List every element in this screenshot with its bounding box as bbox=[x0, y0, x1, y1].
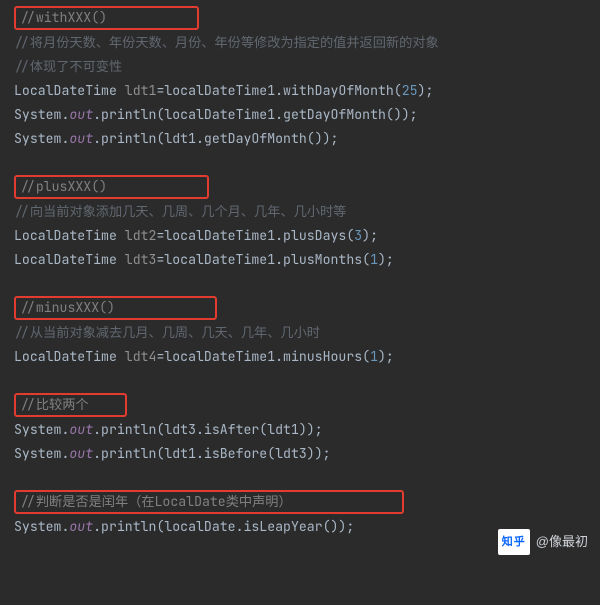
code-line: System.out.println(ldt1.getDayOfMonth())… bbox=[14, 127, 600, 151]
code-token: .println(ldt1.isBefore(ldt3)); bbox=[93, 445, 330, 462]
comment-text: //从当前对象减去几月、几周、几天、几年、几小时 bbox=[14, 324, 320, 341]
zhihu-logo: 知乎 bbox=[498, 529, 530, 555]
code-token: LocalDateTime bbox=[14, 251, 125, 268]
section-header-box: //plusXXX() bbox=[14, 175, 209, 199]
section-header-box: //withXXX() bbox=[14, 6, 199, 30]
code-line: System.out.println(ldt3.isAfter(ldt1)); bbox=[14, 418, 600, 442]
code-token: out bbox=[69, 445, 93, 462]
section-header-comment: //判断是否是闰年（在LocalDate类中声明） bbox=[20, 493, 292, 510]
section-header-comment: //minusXXX() bbox=[20, 299, 115, 316]
code-line: LocalDateTime ldt3=localDateTime1.plusMo… bbox=[14, 248, 600, 272]
code-token: 1 bbox=[370, 348, 378, 365]
code-token: 3 bbox=[354, 227, 362, 244]
code-token: ); bbox=[378, 251, 394, 268]
section-header-box: //判断是否是闰年（在LocalDate类中声明） bbox=[14, 490, 404, 514]
watermark-user: @像最初 bbox=[536, 530, 588, 554]
code-token: =localDateTime1.plusDays( bbox=[156, 227, 354, 244]
code-line: //体现了不可变性 bbox=[14, 55, 600, 79]
code-token: =localDateTime1.minusHours( bbox=[156, 348, 370, 365]
code-token: System. bbox=[14, 106, 69, 123]
code-token: System. bbox=[14, 518, 69, 535]
code-token: ); bbox=[362, 227, 378, 244]
code-token: ); bbox=[418, 82, 434, 99]
watermark: 知乎 @像最初 bbox=[498, 529, 588, 555]
code-token: =localDateTime1.plusMonths( bbox=[156, 251, 370, 268]
code-token: out bbox=[69, 421, 93, 438]
code-line: System.out.println(ldt1.isBefore(ldt3)); bbox=[14, 442, 600, 466]
code-token: LocalDateTime bbox=[14, 82, 125, 99]
code-line: LocalDateTime ldt1=localDateTime1.withDa… bbox=[14, 79, 600, 103]
code-editor-view: //withXXX() //将月份天数、年份天数、月份、年份等修改为指定的值并返回… bbox=[14, 6, 600, 539]
code-token: LocalDateTime bbox=[14, 227, 125, 244]
code-token: .println(localDate.isLeapYear()); bbox=[93, 518, 354, 535]
code-token: out bbox=[69, 130, 93, 147]
code-line: //向当前对象添加几天、几周、几个月、几年、几小时等 bbox=[14, 200, 600, 224]
blank-line bbox=[14, 466, 600, 490]
code-token: out bbox=[69, 518, 93, 535]
section-header-comment: //plusXXX() bbox=[20, 178, 107, 195]
code-token: System. bbox=[14, 421, 69, 438]
code-token: .println(ldt1.getDayOfMonth()); bbox=[93, 130, 338, 147]
code-token: 1 bbox=[370, 251, 378, 268]
code-line: LocalDateTime ldt4=localDateTime1.minusH… bbox=[14, 345, 600, 369]
code-line: //将月份天数、年份天数、月份、年份等修改为指定的值并返回新的对象 bbox=[14, 31, 600, 55]
code-token: .println(localDateTime1.getDayOfMonth())… bbox=[93, 106, 417, 123]
code-token: 25 bbox=[402, 82, 418, 99]
code-token: System. bbox=[14, 445, 69, 462]
comment-text: //向当前对象添加几天、几周、几个月、几年、几小时等 bbox=[14, 203, 346, 220]
blank-line bbox=[14, 151, 600, 175]
code-token: ldt1 bbox=[125, 82, 157, 99]
code-line: LocalDateTime ldt2=localDateTime1.plusDa… bbox=[14, 224, 600, 248]
code-token: ldt2 bbox=[125, 227, 157, 244]
code-token: System. bbox=[14, 130, 69, 147]
section-header-comment: //比较两个 bbox=[20, 396, 89, 413]
comment-text: //将月份天数、年份天数、月份、年份等修改为指定的值并返回新的对象 bbox=[14, 34, 439, 51]
code-token: out bbox=[69, 106, 93, 123]
code-token: =localDateTime1.withDayOfMonth( bbox=[156, 82, 401, 99]
code-token: .println(ldt3.isAfter(ldt1)); bbox=[93, 421, 322, 438]
code-token: ldt4 bbox=[125, 348, 157, 365]
code-token: LocalDateTime bbox=[14, 348, 125, 365]
section-header-box: //比较两个 bbox=[14, 393, 127, 417]
section-header-comment: //withXXX() bbox=[20, 9, 107, 26]
code-token: ); bbox=[378, 348, 394, 365]
code-line: System.out.println(localDateTime1.getDay… bbox=[14, 103, 600, 127]
code-token: ldt3 bbox=[125, 251, 157, 268]
code-line: //从当前对象减去几月、几周、几天、几年、几小时 bbox=[14, 321, 600, 345]
comment-text: //体现了不可变性 bbox=[14, 58, 122, 75]
blank-line bbox=[14, 369, 600, 393]
section-header-box: //minusXXX() bbox=[14, 296, 217, 320]
blank-line bbox=[14, 272, 600, 296]
